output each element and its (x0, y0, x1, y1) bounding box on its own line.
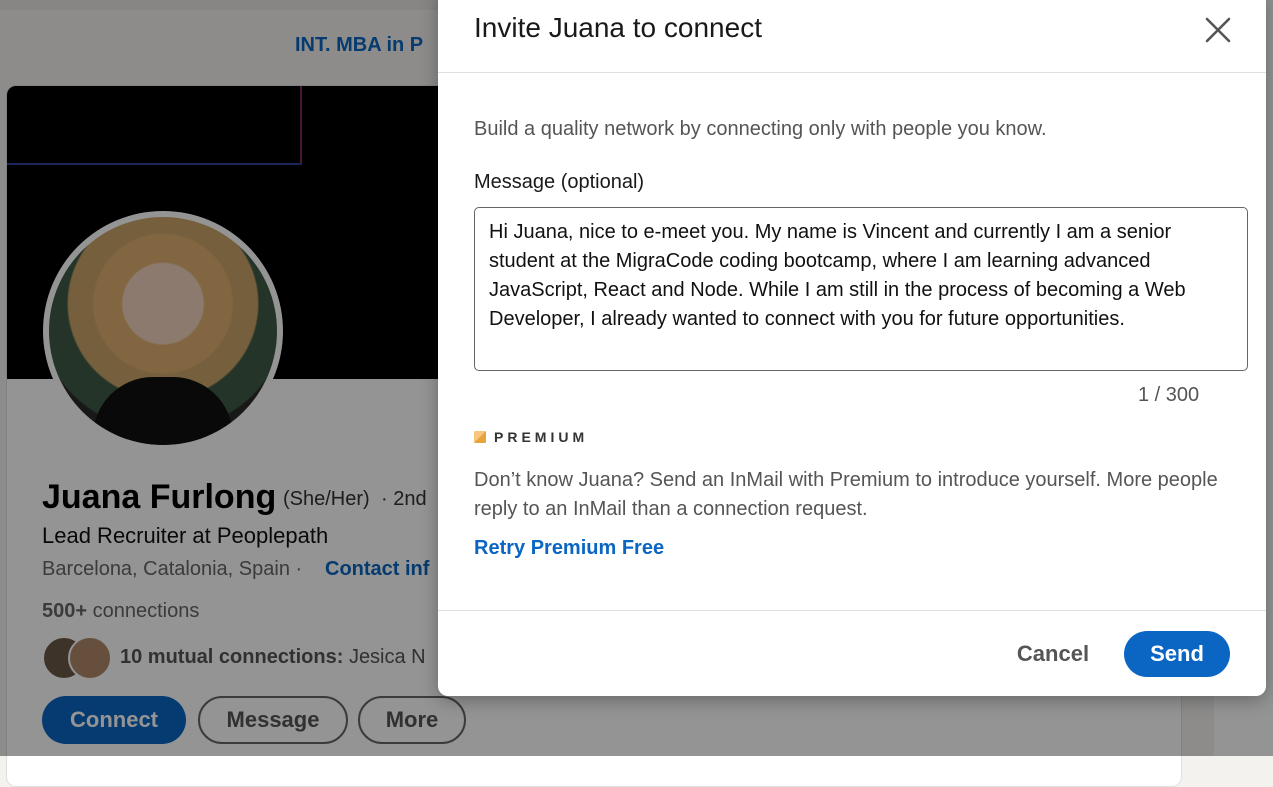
message-label: Message (optional) (474, 171, 645, 193)
premium-label: PREMIUM (494, 429, 589, 445)
retry-premium-link[interactable]: Retry Premium Free (474, 537, 664, 560)
premium-badge: PREMIUM (474, 429, 588, 445)
invite-modal: Invite Juana to connect Build a quality … (438, 0, 1266, 696)
premium-description: Don’t know Juana? Send an InMail with Pr… (474, 469, 1218, 520)
modal-title: Invite Juana to connect (474, 12, 762, 43)
character-counter: 1 / 300 (1138, 384, 1200, 406)
cancel-button[interactable]: Cancel (998, 631, 1108, 677)
close-icon (1205, 17, 1231, 43)
send-button[interactable]: Send (1124, 631, 1230, 677)
modal-footer: Cancel Send (438, 610, 1266, 697)
premium-icon (474, 431, 486, 443)
close-button[interactable] (1198, 10, 1238, 50)
modal-intro: Build a quality network by connecting on… (474, 118, 1047, 140)
modal-header: Invite Juana to connect (438, 0, 1266, 73)
message-textarea[interactable]: Hi Juana, nice to e-meet you. My name is… (474, 207, 1248, 371)
